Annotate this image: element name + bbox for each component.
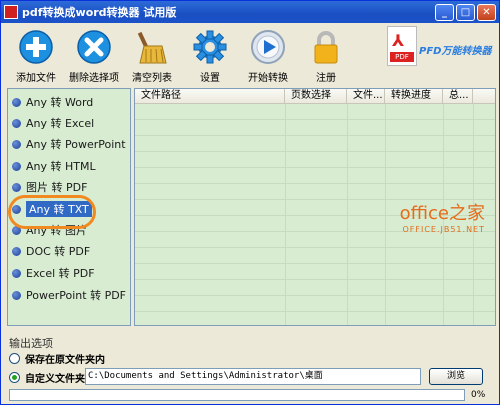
grid-divider (385, 104, 386, 325)
bullet-icon (12, 182, 21, 192)
watermark: office之家 OFFICE.JB51.NET (400, 199, 485, 234)
delete-selected-button[interactable]: 删除选择项 (65, 24, 123, 84)
column-file[interactable]: 文件... (347, 89, 385, 103)
radio-custom-folder[interactable]: 自定义文件夹 (9, 370, 85, 385)
file-list[interactable]: 文件路径 页数选择 文件... 转换进度 总... office之家 OFFIC… (134, 88, 496, 326)
window-title: pdf转换成word转换器 试用版 (22, 6, 177, 19)
watermark-main: office之家 (399, 203, 485, 224)
conversion-item[interactable]: Any 转 PowerPoint (12, 135, 126, 153)
bullet-icon (12, 246, 21, 256)
toolbar: 添加文件 删除选择项 清空列表 设置 开始转换 注册 ⅄ PDF PFD万能转换… (1, 24, 499, 86)
column-progress[interactable]: 转换进度 (385, 89, 443, 103)
clear-list-label: 清空列表 (132, 73, 172, 84)
conversion-item[interactable]: Excel 转 PDF (12, 264, 95, 282)
watermark-sub: OFFICE.JB51.NET (402, 225, 485, 234)
register-button[interactable]: 注册 (297, 24, 355, 84)
start-convert-button[interactable]: 开始转换 (239, 24, 297, 84)
browse-button[interactable]: 浏览 (429, 368, 483, 385)
brand-logo: ⅄ PDF PFD万能转换器 (385, 26, 495, 82)
conversion-item[interactable]: PowerPoint 转 PDF (12, 286, 126, 304)
column-total[interactable]: 总... (443, 89, 473, 103)
radio-save-original[interactable]: 保存在原文件夹内 (9, 351, 105, 366)
grid-divider (347, 104, 348, 325)
radio-button[interactable] (9, 353, 20, 364)
column-page-select[interactable]: 页数选择 (285, 89, 347, 103)
conversion-item[interactable]: DOC 转 PDF (12, 242, 90, 260)
main-window: pdf转换成word转换器 试用版 _ □ ✕ 添加文件 删除选择项 清空列表 (0, 0, 500, 405)
conversion-item[interactable]: Any 转 Word (12, 93, 93, 111)
close-button[interactable]: ✕ (477, 3, 496, 21)
progress-bar (9, 389, 465, 401)
delete-icon (75, 28, 113, 66)
bullet-icon (12, 139, 21, 149)
bullet-icon (12, 290, 21, 300)
lock-icon (307, 28, 345, 66)
play-icon (249, 28, 287, 66)
output-options-title: 输出选项 (9, 337, 53, 350)
add-icon (17, 28, 55, 66)
bullet-icon (12, 268, 21, 278)
conversion-type-list: Any 转 Word Any 转 Excel Any 转 PowerPoint … (7, 88, 131, 326)
broom-icon (133, 28, 171, 66)
column-file-path[interactable]: 文件路径 (135, 89, 285, 103)
pdf-document-icon: ⅄ PDF (387, 26, 417, 66)
bullet-icon (12, 97, 21, 107)
register-label: 注册 (316, 73, 336, 84)
add-file-label: 添加文件 (16, 73, 56, 84)
clear-list-button[interactable]: 清空列表 (123, 24, 181, 84)
output-path-field[interactable]: C:\Documents and Settings\Administrator\… (85, 368, 421, 385)
file-list-header: 文件路径 页数选择 文件... 转换进度 总... (135, 89, 495, 104)
maximize-button[interactable]: □ (456, 3, 475, 21)
conversion-item[interactable]: 图片 转 PDF (12, 178, 87, 196)
bullet-icon (12, 161, 21, 171)
grid-divider (285, 104, 286, 325)
pdf-badge: PDF (390, 52, 414, 62)
radio-save-original-label: 保存在原文件夹内 (25, 355, 105, 366)
gear-icon (191, 28, 229, 66)
settings-button[interactable]: 设置 (181, 24, 239, 84)
minimize-button[interactable]: _ (435, 3, 454, 21)
title-bar[interactable]: pdf转换成word转换器 试用版 _ □ ✕ (1, 1, 499, 23)
radio-button-checked[interactable] (9, 372, 20, 383)
add-file-button[interactable]: 添加文件 (7, 24, 65, 84)
highlight-ring (8, 195, 96, 229)
app-icon (4, 5, 18, 19)
conversion-item[interactable]: Any 转 HTML (12, 157, 96, 175)
progress-percent: 0% (471, 390, 486, 400)
conversion-item[interactable]: Any 转 Excel (12, 114, 94, 132)
bullet-icon (12, 118, 21, 128)
radio-custom-folder-label: 自定义文件夹 (25, 374, 85, 385)
delete-selected-label: 删除选择项 (69, 73, 119, 84)
brand-name: PFD万能转换器 (419, 46, 492, 57)
settings-label: 设置 (200, 73, 220, 84)
start-convert-label: 开始转换 (248, 73, 288, 84)
